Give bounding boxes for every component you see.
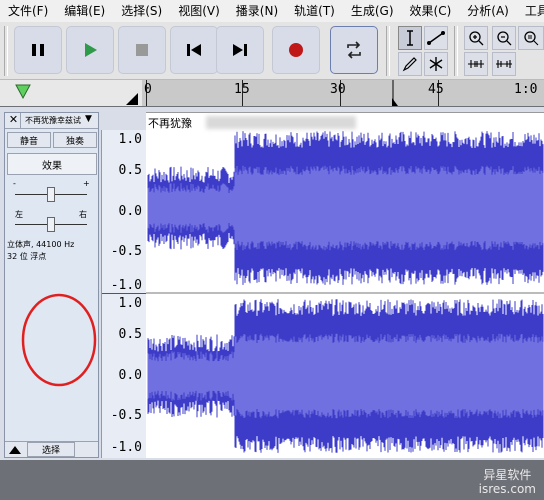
record-button[interactable] [272,26,320,74]
zoom-out-icon [497,31,512,46]
pause-button[interactable] [14,26,62,74]
ruler-label-45: 45 [428,82,444,97]
watermark: 异星软件 isres.com [479,468,536,496]
track-menu-chevron-icon[interactable]: ▼ [85,114,92,124]
skip-to-end-button[interactable] [216,26,264,74]
menu-tools[interactable]: 工具(O) [517,0,544,22]
waveform-canvas[interactable] [146,113,544,459]
clip-title: 不再犹豫 [148,117,192,130]
track-header: ✕ 不再犹豫幸兹试 ▼ [5,113,98,129]
gain-slider-thumb[interactable] [47,187,55,202]
skip-to-start-button[interactable] [170,26,218,74]
amplitude-ruler[interactable]: 1.0 0.5 0.0 -0.5 -1.0 1.0 0.5 0.0 -0.5 -… [101,130,147,458]
fit-project-button[interactable] [464,52,488,76]
bottom-bar: 异星软件 isres.com [0,460,544,500]
vruler-ch2-label: -0.5 [110,408,142,423]
skip-start-icon [187,44,201,56]
zoom-toggle-button[interactable] [492,52,516,76]
collapse-track-icon[interactable] [9,445,21,455]
tools-grip[interactable] [386,26,390,76]
pan-left-label: 左 [15,210,23,219]
annotation-circle [21,293,97,387]
zoom-grip[interactable] [454,26,458,76]
zoom-toggle-icon [496,60,512,68]
ruler-left-pad [0,80,142,106]
ruler-label-15: 15 [234,82,250,97]
track-control-panel[interactable]: ✕ 不再犹豫幸兹试 ▼ 静音 独奏 效果 - + 左 右 立体声, 44100 … [4,112,99,458]
record-icon [289,43,303,57]
menu-file[interactable]: 文件(F) [0,0,56,22]
gain-plus-label: + [83,179,90,188]
loop-button[interactable] [330,26,378,74]
menu-view[interactable]: 视图(V) [170,0,228,22]
track-name-menu[interactable]: 不再犹豫幸兹试 [25,115,83,126]
menu-bar: 文件(F) 编辑(E) 选择(S) 视图(V) 播录(N) 轨道(T) 生成(G… [0,0,544,22]
watermark-line2: isres.com [478,482,536,496]
close-track-icon[interactable]: ✕ [7,113,21,128]
pencil-icon [402,57,417,72]
watermark-line1: 异星软件 [483,468,532,482]
multi-tool[interactable] [424,52,448,76]
zoom-out-button[interactable] [492,26,516,50]
skip-end-icon [233,44,247,56]
pan-right-label: 右 [79,210,87,219]
envelope-icon [427,31,445,45]
channel-divider [102,293,147,294]
effects-button[interactable]: 效果 [7,153,97,175]
draw-tool[interactable] [398,52,422,76]
select-track-button[interactable]: 选择 [27,442,75,457]
menu-analyze[interactable]: 分析(A) [459,0,517,22]
vruler-ch1-label: -1.0 [110,278,142,293]
stop-icon [136,44,148,56]
vruler-ch2-label: 1.0 [118,296,142,311]
mute-button[interactable]: 静音 [7,132,51,148]
play-head-icon[interactable] [14,82,44,104]
menu-transport[interactable]: 播录(N) [228,0,286,22]
vruler-ch1-label: 1.0 [118,132,142,147]
fit-project-icon [468,60,484,68]
ruler-label-60: 1:0 [514,82,538,97]
gain-minus-label: - [13,179,16,188]
vruler-ch2-label: 0.5 [118,327,142,342]
track-footer: 选择 [5,441,98,457]
waveform-display[interactable] [146,112,544,458]
pan-slider-thumb[interactable] [47,217,55,232]
stop-button[interactable] [118,26,166,74]
menu-tracks[interactable]: 轨道(T) [286,0,343,22]
play-button[interactable] [66,26,114,74]
menu-effect[interactable]: 效果(C) [402,0,460,22]
vruler-ch1-label: -0.5 [110,244,142,259]
fit-selection-button[interactable] [518,26,544,50]
zoom-in-button[interactable] [464,26,488,50]
vruler-ch2-label: 0.0 [118,368,142,383]
pause-icon [32,44,44,56]
selection-tool[interactable] [398,26,422,50]
selection-end-marker-icon[interactable] [392,98,398,106]
ruler-label-0: 0 [144,82,152,97]
selection-start-marker-icon[interactable] [126,93,138,105]
vruler-ch1-label: 0.0 [118,204,142,219]
ibeam-icon [407,30,413,46]
menu-select[interactable]: 选择(S) [113,0,170,22]
clip-title-bar[interactable]: 不再犹豫 [146,114,544,131]
toolbar-grip[interactable] [4,26,8,76]
timeline-ruler[interactable]: 0 15 30 45 1:0 [0,80,544,106]
menu-generate[interactable]: 生成(G) [343,0,402,22]
ruler-timeline[interactable]: 0 15 30 45 1:0 [142,80,544,106]
bit-depth-info: 32 位 浮点 [7,252,47,261]
blurred-title-region [206,116,356,129]
vruler-ch2-label: -1.0 [110,440,142,455]
asterisk-icon [429,57,443,71]
envelope-tool[interactable] [424,26,448,50]
vruler-ch1-label: 0.5 [118,163,142,178]
format-info: 立体声, 44100 Hz [7,240,75,249]
ruler-label-30: 30 [330,82,346,97]
zoom-in-icon [469,31,484,46]
play-icon [85,43,97,57]
menu-edit[interactable]: 编辑(E) [56,0,113,22]
loop-icon [347,41,361,59]
solo-button[interactable]: 独奏 [53,132,97,148]
zoom-fit-icon [524,31,539,46]
transport-toolbar [0,22,544,80]
